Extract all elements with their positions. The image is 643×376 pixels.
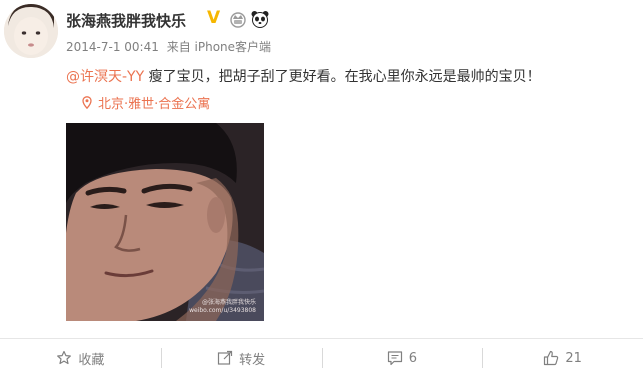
post-body: 瘦了宝贝，把胡子刮了更好看。在我心里你永远是最帅的宝贝！	[144, 69, 541, 85]
verified-badge-icon[interactable]: V	[207, 9, 220, 27]
weibo-post-card: 张海燕我胖我快乐 V 2014-7-1 00:41 来自 iPhone客户端 @…	[0, 0, 643, 376]
comment-icon	[387, 351, 402, 366]
favorite-label: 收藏	[78, 352, 105, 368]
location-pin-icon	[82, 96, 92, 109]
favorite-button[interactable]: 收藏	[0, 339, 161, 376]
username-link[interactable]: 张海燕我胖我快乐	[66, 10, 186, 31]
like-button[interactable]: 21	[482, 339, 643, 376]
comment-button[interactable]: 6	[321, 339, 483, 376]
post-timestamp[interactable]: 2014-7-1 00:41	[66, 40, 159, 54]
location-label: 北京·雅世·合金公寓	[98, 97, 211, 112]
post-photo[interactable]: @张海燕我胖我快乐 weibo.com/u/3493808	[66, 123, 264, 321]
like-count: 21	[565, 350, 582, 366]
thumbs-up-icon	[544, 350, 559, 366]
action-bar: 收藏 转发 6 21	[0, 338, 643, 376]
mention-link[interactable]: @许溟天-YY	[66, 69, 144, 85]
repost-button[interactable]: 转发	[160, 339, 322, 376]
panda-badge-icon[interactable]	[250, 9, 270, 29]
star-icon	[57, 350, 72, 365]
location-link[interactable]: 北京·雅世·合金公寓	[82, 93, 210, 112]
crown-badge-icon[interactable]	[229, 10, 247, 28]
post-meta: 2014-7-1 00:41 来自 iPhone客户端	[66, 38, 271, 55]
photo-watermark: @张海燕我胖我快乐 weibo.com/u/3493808	[189, 299, 256, 314]
repost-icon	[218, 350, 233, 365]
post-text: @许溟天-YY 瘦了宝贝，把胡子刮了更好看。在我心里你永远是最帅的宝贝！	[66, 66, 541, 86]
comment-count: 6	[408, 350, 418, 366]
repost-label: 转发	[239, 352, 266, 368]
post-source[interactable]: 来自 iPhone客户端	[167, 40, 271, 54]
avatar[interactable]	[4, 4, 58, 58]
